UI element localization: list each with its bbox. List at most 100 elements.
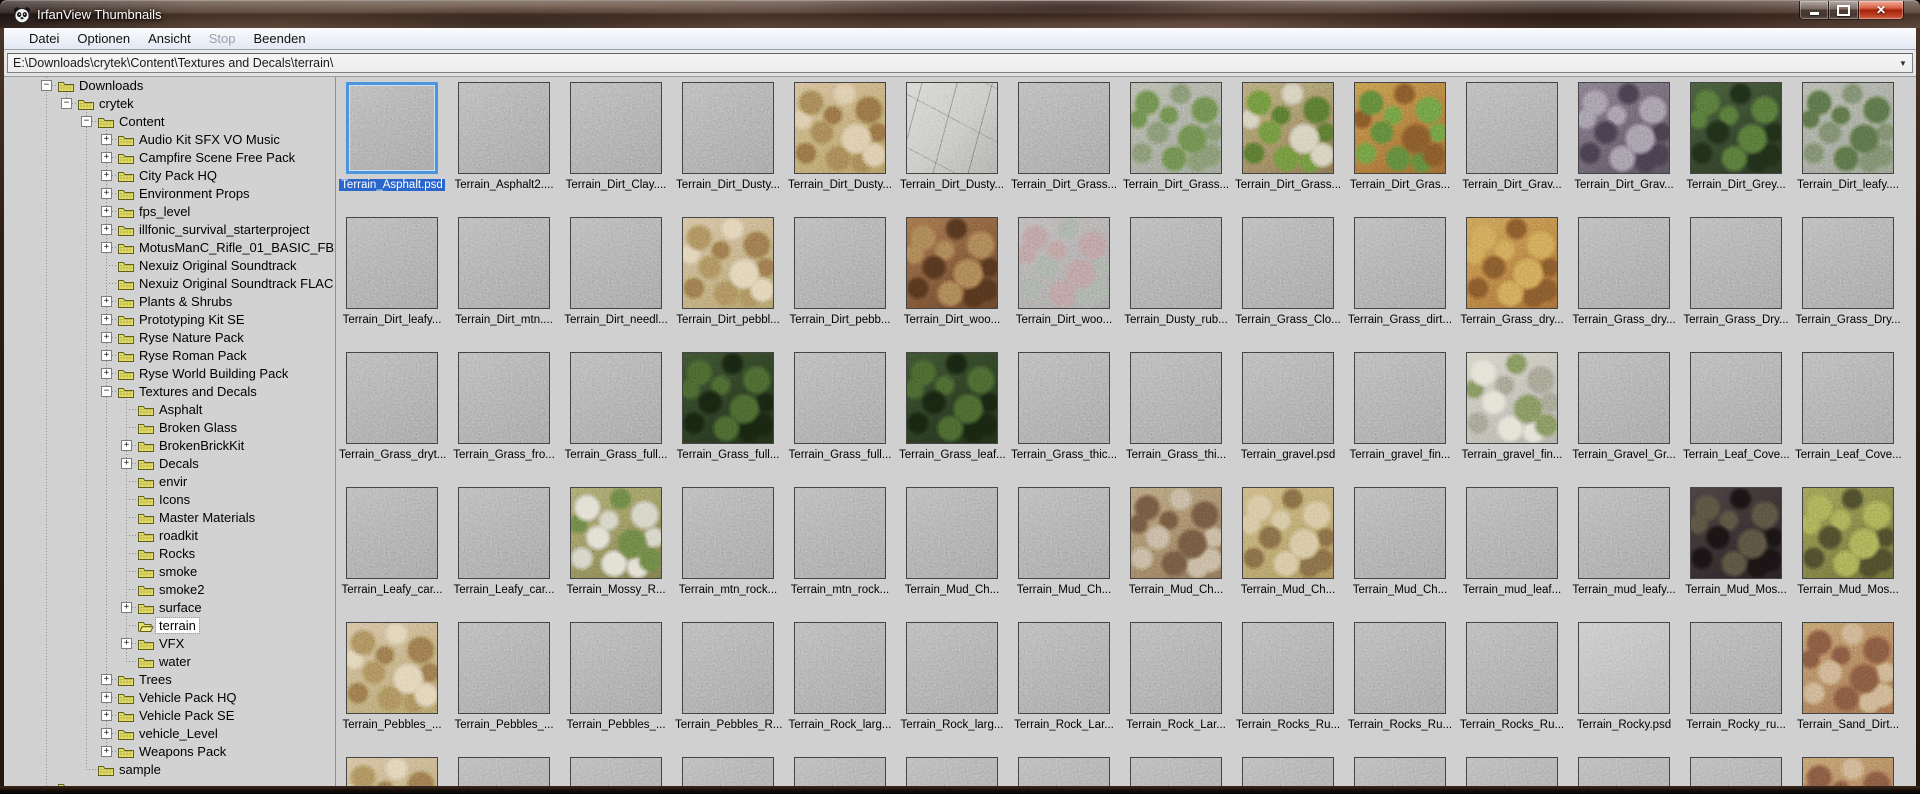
close-button[interactable]: ✕	[1858, 1, 1904, 20]
tree-item-trees[interactable]: +Trees	[4, 671, 335, 689]
expander-plus-icon[interactable]: +	[101, 188, 112, 199]
expander-plus-icon[interactable]: +	[101, 350, 112, 361]
tree-item-city-pack-hq[interactable]: +City Pack HQ	[4, 167, 335, 185]
thumbnail-image	[1242, 757, 1334, 786]
tree-item-surface[interactable]: +surface	[4, 599, 335, 617]
minimize-button[interactable]	[1799, 1, 1829, 20]
tree-item-water[interactable]: water	[4, 653, 335, 671]
chevron-down-icon[interactable]: ▼	[1894, 59, 1912, 68]
expander-plus-icon[interactable]: +	[101, 314, 112, 325]
tree-item-asphalt[interactable]: Asphalt	[4, 401, 335, 419]
menu-item-ansicht[interactable]: Ansicht	[139, 28, 200, 49]
tree-item-nexuiz-original-soundtrack[interactable]: Nexuiz Original Soundtrack	[4, 257, 335, 275]
tree-item-roadkit[interactable]: roadkit	[4, 527, 335, 545]
expander-plus-icon[interactable]: +	[101, 746, 112, 757]
thumbnail-caption: Terrain_Mud_Ch...	[897, 584, 1007, 596]
thumbnail-label: Terrain_Dirt_woo...	[1014, 314, 1115, 326]
expander-plus-icon[interactable]: +	[101, 224, 112, 235]
expander-plus-icon[interactable]: +	[101, 674, 112, 685]
folder-icon	[137, 493, 154, 507]
expander-plus-icon[interactable]: +	[101, 242, 112, 253]
thumbnail-image	[1018, 352, 1110, 444]
expander-plus-icon[interactable]: +	[121, 440, 132, 451]
tree-item-partial[interactable]	[4, 779, 335, 786]
tree-item-environment-props[interactable]: +Environment Props	[4, 185, 335, 203]
tree-item-envir[interactable]: envir	[4, 473, 335, 491]
thumbnail-label: Terrain_Pebbles_R...	[673, 719, 783, 731]
expander-plus-icon[interactable]: +	[101, 368, 112, 379]
expander-plus-icon[interactable]: +	[101, 692, 112, 703]
tree-item-vehicle-pack-se[interactable]: +Vehicle Pack SE	[4, 707, 335, 725]
tree-item-decals[interactable]: +Decals	[4, 455, 335, 473]
tree-item-textures-and-decals[interactable]: −Textures and Decals	[4, 383, 335, 401]
tree-item-fps-level[interactable]: +fps_level	[4, 203, 335, 221]
expander-plus-icon[interactable]: +	[101, 332, 112, 343]
tree-item-brokenbrickkit[interactable]: +BrokenBrickKit	[4, 437, 335, 455]
menu-item-optionen[interactable]: Optionen	[68, 28, 139, 49]
folder-icon	[117, 691, 134, 705]
tree-connector	[126, 553, 137, 554]
expander-plus-icon[interactable]: +	[121, 638, 132, 649]
address-combobox[interactable]: E:\Downloads\crytek\Content\Textures and…	[7, 53, 1913, 73]
expander-minus-icon[interactable]: −	[61, 98, 72, 109]
expander-minus-icon[interactable]: −	[41, 80, 52, 91]
tree-item-ryse-world-building-pack[interactable]: +Ryse World Building Pack	[4, 365, 335, 383]
menu-item-datei[interactable]: Datei	[20, 28, 68, 49]
thumbnail-label: Terrain_Rocky_ru...	[1684, 719, 1788, 731]
thumbnail-image	[1690, 82, 1782, 174]
tree-item-sample[interactable]: sample	[4, 761, 335, 779]
tree-item-audio-kit-sfx-vo-music[interactable]: +Audio Kit SFX VO Music	[4, 131, 335, 149]
expander-plus-icon[interactable]: +	[101, 206, 112, 217]
address-input[interactable]: E:\Downloads\crytek\Content\Textures and…	[13, 56, 1894, 70]
tree-item-vfx[interactable]: +VFX	[4, 635, 335, 653]
tree-item-broken-glass[interactable]: Broken Glass	[4, 419, 335, 437]
expander-minus-icon[interactable]: −	[81, 116, 92, 127]
tree-item-icons[interactable]: Icons	[4, 491, 335, 509]
tree-item-terrain[interactable]: terrain	[4, 617, 335, 635]
tree-item-content[interactable]: −Content	[4, 113, 335, 131]
thumbnail-caption: Terrain_Mud_Ch...	[1009, 584, 1119, 596]
expander-plus-icon[interactable]: +	[121, 458, 132, 469]
tree-item-downloads[interactable]: −Downloads	[4, 77, 335, 95]
tree-item-weapons-pack[interactable]: +Weapons Pack	[4, 743, 335, 761]
tree-item-master-materials[interactable]: Master Materials	[4, 509, 335, 527]
expander-plus-icon[interactable]: +	[101, 710, 112, 721]
expander-plus-icon[interactable]: +	[101, 728, 112, 739]
thumbnail-image	[570, 757, 662, 786]
tree-item-label: Nexuiz Original Soundtrack FLAC	[136, 276, 336, 291]
tree-item-nexuiz-original-soundtrack-flac[interactable]: Nexuiz Original Soundtrack FLAC	[4, 275, 335, 293]
thumbnail-label: Terrain_Grass_dirt...	[1346, 314, 1454, 326]
expander-plus-icon[interactable]: +	[101, 296, 112, 307]
tree-item-illfonic-survival-starterproject[interactable]: +illfonic_survival_starterproject	[4, 221, 335, 239]
tree-item-ryse-nature-pack[interactable]: +Ryse Nature Pack	[4, 329, 335, 347]
folder-icon	[117, 241, 134, 255]
expander-plus-icon[interactable]: +	[121, 602, 132, 613]
tree-item-vehicle-level[interactable]: +vehicle_Level	[4, 725, 335, 743]
expander-minus-icon[interactable]: −	[101, 386, 112, 397]
menu-item-stop[interactable]: Stop	[200, 28, 245, 49]
tree-item-plants-shrubs[interactable]: +Plants & Shrubs	[4, 293, 335, 311]
thumbnail-image	[1578, 487, 1670, 579]
expander-plus-icon[interactable]: +	[101, 170, 112, 181]
thumbnail-caption: Terrain_gravel.psd	[1233, 449, 1343, 461]
tree-item-vehicle-pack-hq[interactable]: +Vehicle Pack HQ	[4, 689, 335, 707]
menu-item-beenden[interactable]: Beenden	[245, 28, 315, 49]
thumbnail-image	[1690, 757, 1782, 786]
tree-item-smoke[interactable]: smoke	[4, 563, 335, 581]
tree-item-campfire-scene-free-pack[interactable]: +Campfire Scene Free Pack	[4, 149, 335, 167]
thumbnail-label: Terrain_Dirt_pebbl...	[674, 314, 782, 326]
maximize-button[interactable]	[1829, 1, 1858, 20]
tree-item-rocks[interactable]: Rocks	[4, 545, 335, 563]
tree-item-crytek[interactable]: −crytek	[4, 95, 335, 113]
expander-plus-icon[interactable]: +	[101, 152, 112, 163]
folder-icon	[117, 349, 134, 363]
tree-item-label: roadkit	[156, 528, 201, 543]
folder-icon	[117, 259, 134, 273]
tree-item-prototyping-kit-se[interactable]: +Prototyping Kit SE	[4, 311, 335, 329]
thumbnail-label: Terrain_Grass_thi...	[1124, 449, 1228, 461]
tree-item-smoke2[interactable]: smoke2	[4, 581, 335, 599]
thumbnail-caption: Terrain_Dirt_Grass...	[1233, 179, 1343, 191]
tree-item-ryse-roman-pack[interactable]: +Ryse Roman Pack	[4, 347, 335, 365]
expander-plus-icon[interactable]: +	[101, 134, 112, 145]
tree-item-motusmanc-rifle-01-basic-fbx[interactable]: +MotusManC_Rifle_01_BASIC_FBX	[4, 239, 335, 257]
